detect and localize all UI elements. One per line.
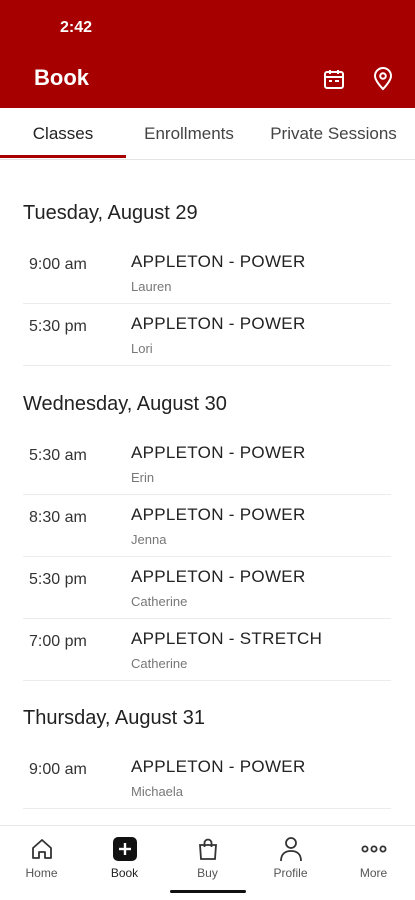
day-heading: Wednesday, August 30 xyxy=(23,393,227,415)
plus-square-icon xyxy=(112,836,138,862)
tab-bar: Classes Enrollments Private Sessions xyxy=(0,108,415,160)
class-instructor: Michaela xyxy=(131,784,184,799)
home-indicator xyxy=(170,890,246,893)
class-time: 9:00 am xyxy=(29,256,87,273)
class-instructor: Lori xyxy=(131,341,153,356)
nav-profile[interactable]: Profile xyxy=(249,832,332,882)
class-time: 5:30 am xyxy=(29,447,87,464)
home-icon xyxy=(29,836,55,862)
map-pin-icon[interactable] xyxy=(370,66,396,92)
nav-buy[interactable]: Buy xyxy=(166,832,249,882)
bottom-nav: Home Book Buy Profile More xyxy=(0,825,415,900)
class-name: APPLETON - POWER xyxy=(131,443,306,462)
nav-label: Buy xyxy=(197,866,218,880)
class-time: 9:00 am xyxy=(29,761,87,778)
nav-label: Profile xyxy=(273,866,308,880)
class-name: APPLETON - POWER xyxy=(131,505,306,524)
shopping-bag-icon xyxy=(195,836,221,862)
calendar-icon[interactable] xyxy=(321,66,347,92)
class-row[interactable]: 9:00 am APPLETON - POWER Michaela xyxy=(23,747,391,809)
class-name: APPLETON - POWER xyxy=(131,757,306,776)
app-header: 2:42 Book xyxy=(0,0,415,108)
class-instructor: Lauren xyxy=(131,279,172,294)
nav-book[interactable]: Book xyxy=(83,832,166,882)
day-heading: Tuesday, August 29 xyxy=(23,202,198,224)
class-time: 8:30 am xyxy=(29,509,87,526)
class-row[interactable]: 5:30 pm APPLETON - POWER Lori xyxy=(23,304,391,366)
page-title: Book xyxy=(34,65,89,90)
more-dots-icon xyxy=(361,836,387,862)
active-tab-indicator xyxy=(0,155,126,158)
nav-label: More xyxy=(359,866,388,880)
class-instructor: Catherine xyxy=(131,594,188,609)
nav-home[interactable]: Home xyxy=(0,832,83,882)
person-icon xyxy=(278,836,304,862)
class-row[interactable]: 8:30 am APPLETON - POWER Jenna xyxy=(23,495,391,557)
class-row[interactable]: 5:30 pm APPLETON - POWER Catherine xyxy=(23,557,391,619)
tab-enrollments[interactable]: Enrollments xyxy=(126,108,252,160)
class-name: APPLETON - STRETCH xyxy=(131,629,323,648)
class-instructor: Erin xyxy=(131,470,155,485)
tab-classes[interactable]: Classes xyxy=(0,108,126,160)
class-name: APPLETON - POWER xyxy=(131,567,306,586)
status-time: 2:42 xyxy=(60,19,93,36)
class-time: 5:30 pm xyxy=(29,318,87,335)
day-heading: Thursday, August 31 xyxy=(23,707,205,729)
class-row[interactable]: 7:00 pm APPLETON - STRETCH Catherine xyxy=(23,619,391,681)
class-row[interactable]: 5:30 am APPLETON - POWER Erin xyxy=(23,433,391,495)
class-instructor: Catherine xyxy=(131,656,188,671)
class-time: 5:30 pm xyxy=(29,571,87,588)
nav-label: Book xyxy=(110,866,139,880)
class-time: 7:00 pm xyxy=(29,633,87,650)
class-instructor: Jenna xyxy=(131,532,167,547)
class-name: APPLETON - POWER xyxy=(131,314,306,333)
tab-private-sessions[interactable]: Private Sessions xyxy=(252,108,415,160)
class-name: APPLETON - POWER xyxy=(131,252,306,271)
class-schedule-list[interactable]: Tuesday, August 29 9:00 am APPLETON - PO… xyxy=(0,160,415,825)
nav-more[interactable]: More xyxy=(332,832,415,882)
class-row[interactable]: 9:00 am APPLETON - POWER Lauren xyxy=(23,242,391,304)
nav-label: Home xyxy=(25,866,58,880)
